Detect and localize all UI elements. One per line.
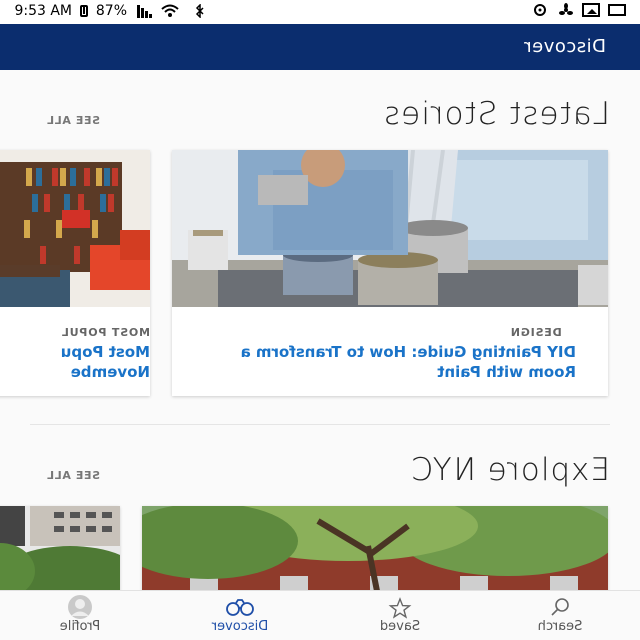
section-title-latest: Latest Stories <box>382 96 610 132</box>
bluetooth-icon <box>187 3 205 19</box>
clock: 9:53 AM <box>14 3 72 19</box>
story-image-painting <box>172 150 608 307</box>
settings-icon <box>530 3 548 17</box>
nav-item-profile[interactable]: Profile <box>0 591 160 640</box>
star-icon <box>388 597 412 619</box>
battery-icon <box>79 5 88 17</box>
story-card-diy[interactable]: DESIGN DIY Painting Guide: How to Transf… <box>172 150 608 396</box>
binoculars-icon <box>226 599 254 616</box>
nav-label: Saved <box>379 619 421 634</box>
section-divider <box>30 424 610 425</box>
wifi-icon <box>161 4 179 18</box>
section-title-explore: Explore NYC <box>410 452 610 488</box>
page-title: Discover <box>523 36 606 57</box>
story-headline[interactable]: Most Popu Novembe <box>0 342 150 382</box>
see-all-explore-link[interactable]: SEE ALL <box>46 469 100 482</box>
person-icon <box>68 595 92 619</box>
app-bar: Discover <box>0 24 640 70</box>
story-image-library <box>0 150 150 307</box>
search-icon <box>551 598 569 616</box>
explore-card-1[interactable] <box>142 506 608 596</box>
nav-label: Discover <box>211 619 269 634</box>
nav-label: Search <box>537 619 583 634</box>
see-all-latest-link[interactable]: SEE ALL <box>46 114 100 127</box>
image-icon <box>582 3 600 17</box>
nav-label: Profile <box>59 619 101 634</box>
signal-icon <box>135 4 153 18</box>
story-card-popular[interactable]: MOST POPUL Most Popu Novembe <box>0 150 150 396</box>
nav-item-search[interactable]: Search <box>480 591 640 640</box>
nav-item-saved[interactable]: Saved <box>320 591 480 640</box>
notification-icon <box>608 3 626 17</box>
explore-image-tree <box>142 506 608 596</box>
story-headline[interactable]: DIY Painting Guide: How to Transform a R… <box>216 342 576 382</box>
fan-icon <box>556 3 574 17</box>
battery-percent: 87% <box>95 3 127 19</box>
story-category: DESIGN <box>510 326 562 339</box>
screen: 87% 9:53 AM Discover Latest Stories SEE … <box>0 0 640 640</box>
story-category: MOST POPUL <box>61 326 150 339</box>
nav-item-discover[interactable]: Discover <box>160 591 320 640</box>
bottom-nav: Search Saved Discover Profile <box>0 590 640 640</box>
explore-image-buildings <box>0 506 120 596</box>
explore-card-2[interactable] <box>0 506 120 596</box>
status-bar: 87% 9:53 AM <box>0 0 640 24</box>
